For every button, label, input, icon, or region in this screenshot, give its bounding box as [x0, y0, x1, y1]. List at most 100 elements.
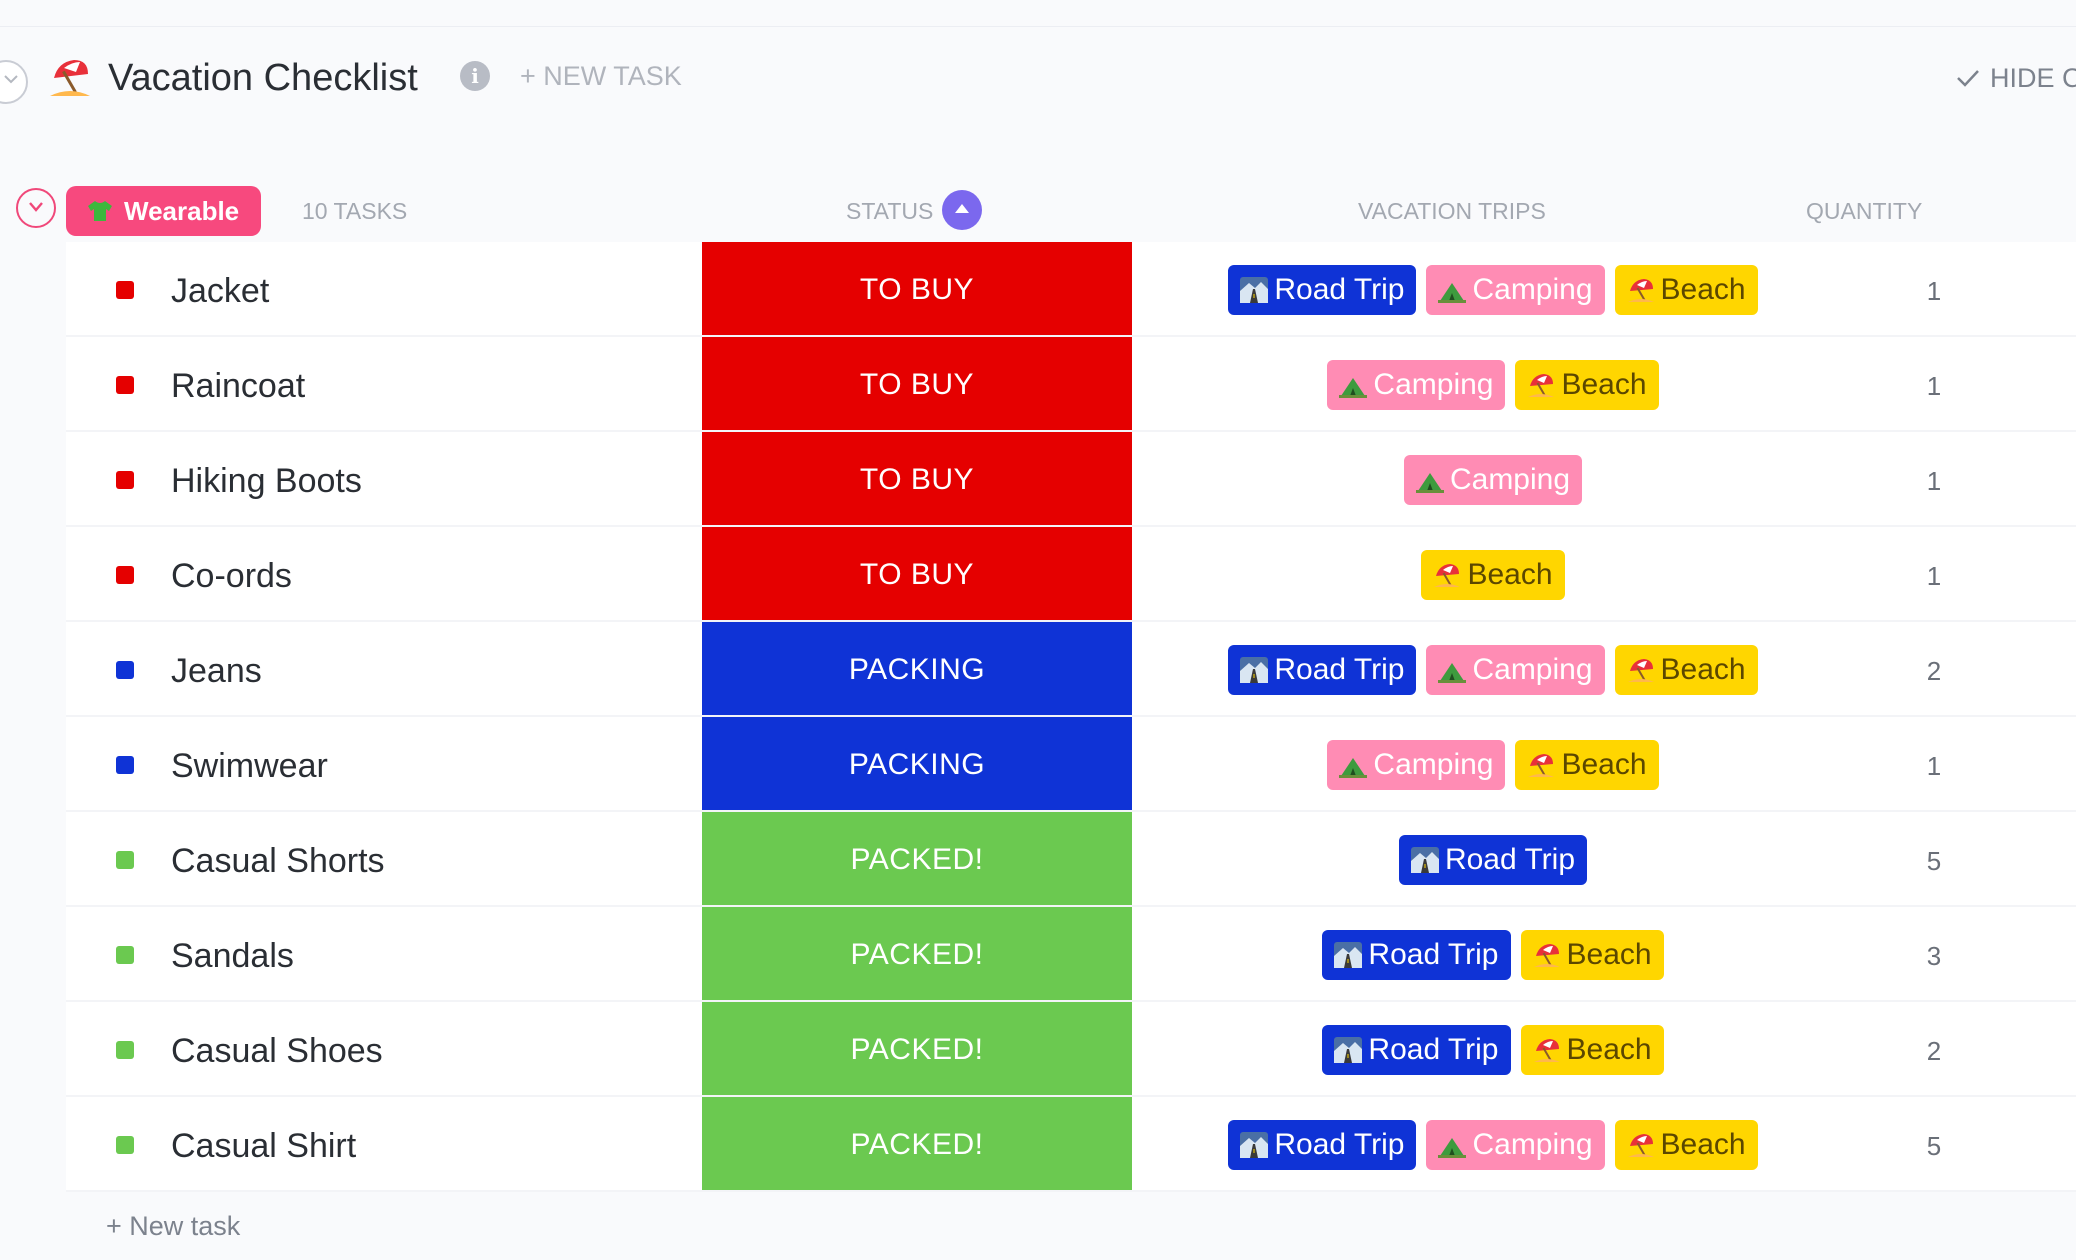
- trip-tag-beach[interactable]: Beach: [1515, 739, 1659, 790]
- group-pill[interactable]: Wearable: [66, 186, 262, 236]
- task-name[interactable]: Sandals: [171, 937, 294, 975]
- task-row[interactable]: Sandals PACKED! Road Trip Beach 3: [66, 907, 2076, 1002]
- status-cell[interactable]: PACKED!: [702, 907, 1132, 1002]
- status-dot[interactable]: [116, 756, 134, 774]
- task-name[interactable]: Hiking Boots: [171, 462, 362, 500]
- trip-tag-road[interactable]: Road Trip: [1398, 834, 1588, 885]
- vacation-trips-cell[interactable]: Road Trip Camping Beach: [1132, 1097, 1854, 1192]
- new-task-button[interactable]: + NEW TASK: [520, 60, 682, 92]
- status-dot[interactable]: [116, 566, 134, 584]
- status-dot[interactable]: [116, 1136, 134, 1154]
- status-dot[interactable]: [116, 376, 134, 394]
- trip-tag-camp[interactable]: Camping: [1327, 739, 1506, 790]
- trip-tag-camp[interactable]: Camping: [1327, 359, 1506, 410]
- column-header-vacation-trips[interactable]: VACATION TRIPS: [1358, 196, 1546, 226]
- status-cell[interactable]: TO BUY: [702, 432, 1132, 527]
- quantity-cell[interactable]: 1: [1854, 462, 2014, 500]
- quantity-cell[interactable]: 2: [1854, 1032, 2014, 1070]
- status-cell[interactable]: TO BUY: [702, 337, 1132, 432]
- trip-tag-road[interactable]: Road Trip: [1322, 1024, 1511, 1075]
- quantity-cell[interactable]: 1: [1854, 367, 2014, 405]
- quantity-cell[interactable]: 5: [1854, 842, 2014, 880]
- trip-tag-camp[interactable]: Camping: [1426, 644, 1605, 695]
- trip-tag-road[interactable]: Road Trip: [1228, 264, 1417, 315]
- vacation-trips-cell[interactable]: Road Trip Beach: [1132, 907, 1854, 1002]
- add-new-task-button[interactable]: + New task: [106, 1210, 240, 1242]
- task-name[interactable]: Jeans: [171, 652, 262, 690]
- task-name[interactable]: Jacket: [171, 272, 269, 310]
- trip-tag-beach[interactable]: Beach: [1614, 264, 1758, 315]
- collapse-group-button[interactable]: [16, 188, 56, 228]
- sort-ascending-icon[interactable]: [942, 190, 982, 230]
- task-row[interactable]: Raincoat TO BUY Camping Beach 1: [66, 337, 2076, 432]
- trip-tag-label: Camping: [1449, 462, 1571, 496]
- task-row[interactable]: Swimwear PACKING Camping Beach 1: [66, 717, 2076, 812]
- road-icon: [1334, 941, 1363, 968]
- trip-tag-camp[interactable]: Camping: [1403, 454, 1583, 505]
- task-row[interactable]: Casual Shorts PACKED! Road Trip 5: [66, 812, 2076, 907]
- task-row[interactable]: Jacket TO BUY Road Trip Camping Beach 1: [66, 242, 2076, 337]
- vacation-trips-cell[interactable]: Road Trip Camping Beach: [1132, 242, 1854, 337]
- quantity-cell[interactable]: 5: [1854, 1127, 2014, 1165]
- vacation-trips-cell[interactable]: Road Trip Beach: [1132, 1002, 1854, 1097]
- quantity-cell[interactable]: 2: [1854, 652, 2014, 690]
- vacation-trips-cell[interactable]: Camping: [1132, 432, 1854, 527]
- hide-closed-button[interactable]: HIDE C: [1956, 62, 2076, 94]
- status-cell[interactable]: PACKED!: [702, 1097, 1132, 1192]
- status-dot[interactable]: [116, 281, 134, 299]
- trip-tag-beach[interactable]: Beach: [1515, 359, 1659, 410]
- status-cell[interactable]: TO BUY: [702, 242, 1132, 337]
- quantity-cell[interactable]: 1: [1854, 747, 2014, 785]
- status-dot[interactable]: [116, 851, 134, 869]
- trip-tag-label: Camping: [1472, 652, 1593, 686]
- collapse-list-button[interactable]: [0, 60, 28, 104]
- task-name[interactable]: Co-ords: [171, 557, 292, 595]
- status-cell[interactable]: PACKING: [702, 622, 1132, 717]
- quantity-cell[interactable]: 3: [1854, 937, 2014, 975]
- vacation-trips-cell[interactable]: Camping Beach: [1132, 337, 1854, 432]
- quantity-cell[interactable]: 1: [1854, 272, 2014, 310]
- status-cell[interactable]: PACKING: [702, 717, 1132, 812]
- task-name[interactable]: Casual Shorts: [171, 842, 385, 880]
- column-header-status[interactable]: STATUS: [846, 196, 933, 226]
- status-dot[interactable]: [116, 1041, 134, 1059]
- task-row[interactable]: Casual Shoes PACKED! Road Trip Beach 2: [66, 1002, 2076, 1097]
- task-row[interactable]: Jeans PACKING Road Trip Camping Beach 2: [66, 622, 2076, 717]
- trip-tag-beach[interactable]: Beach: [1421, 549, 1565, 600]
- chevron-down-icon: [4, 75, 18, 84]
- vacation-trips-cell[interactable]: Road Trip Camping Beach: [1132, 622, 1854, 717]
- status-cell[interactable]: PACKED!: [702, 812, 1132, 907]
- trip-tag-road[interactable]: Road Trip: [1322, 929, 1511, 980]
- trip-tag-beach[interactable]: Beach: [1520, 929, 1664, 980]
- info-icon[interactable]: i: [460, 61, 490, 91]
- status-cell[interactable]: PACKED!: [702, 1002, 1132, 1097]
- vacation-trips-cell[interactable]: Camping Beach: [1132, 717, 1854, 812]
- task-row[interactable]: Co-ords TO BUY Beach 1: [66, 527, 2076, 622]
- trip-tag-beach[interactable]: Beach: [1614, 1119, 1758, 1170]
- list-header: Vacation Checklist i + NEW TASK HIDE C: [0, 50, 2076, 106]
- road-icon: [1334, 1036, 1363, 1063]
- column-header-quantity[interactable]: QUANTITY: [1806, 196, 1922, 226]
- trip-tag-camp[interactable]: Camping: [1426, 264, 1605, 315]
- tent-icon: [1339, 377, 1368, 398]
- trip-tag-camp[interactable]: Camping: [1426, 1119, 1605, 1170]
- task-name[interactable]: Swimwear: [171, 747, 328, 785]
- trip-tag-beach[interactable]: Beach: [1614, 644, 1758, 695]
- status-dot[interactable]: [116, 946, 134, 964]
- quantity-cell[interactable]: 1: [1854, 557, 2014, 595]
- task-row[interactable]: Hiking Boots TO BUY Camping 1: [66, 432, 2076, 527]
- task-name[interactable]: Casual Shoes: [171, 1032, 383, 1070]
- task-name[interactable]: Raincoat: [171, 367, 305, 405]
- trip-tag-road[interactable]: Road Trip: [1228, 1119, 1417, 1170]
- vacation-trips-cell[interactable]: Beach: [1132, 527, 1854, 622]
- task-name[interactable]: Casual Shirt: [171, 1127, 356, 1165]
- status-cell[interactable]: TO BUY: [702, 527, 1132, 622]
- status-dot[interactable]: [116, 661, 134, 679]
- status-dot[interactable]: [116, 471, 134, 489]
- vacation-trips-cell[interactable]: Road Trip: [1132, 812, 1854, 907]
- trip-tag-road[interactable]: Road Trip: [1228, 644, 1417, 695]
- trip-tag-beach[interactable]: Beach: [1520, 1024, 1664, 1075]
- task-row[interactable]: Casual Shirt PACKED! Road Trip Camping Beach…: [66, 1097, 2076, 1192]
- trip-tag-label: Beach: [1566, 937, 1652, 971]
- trip-tag-label: Camping: [1472, 272, 1593, 306]
